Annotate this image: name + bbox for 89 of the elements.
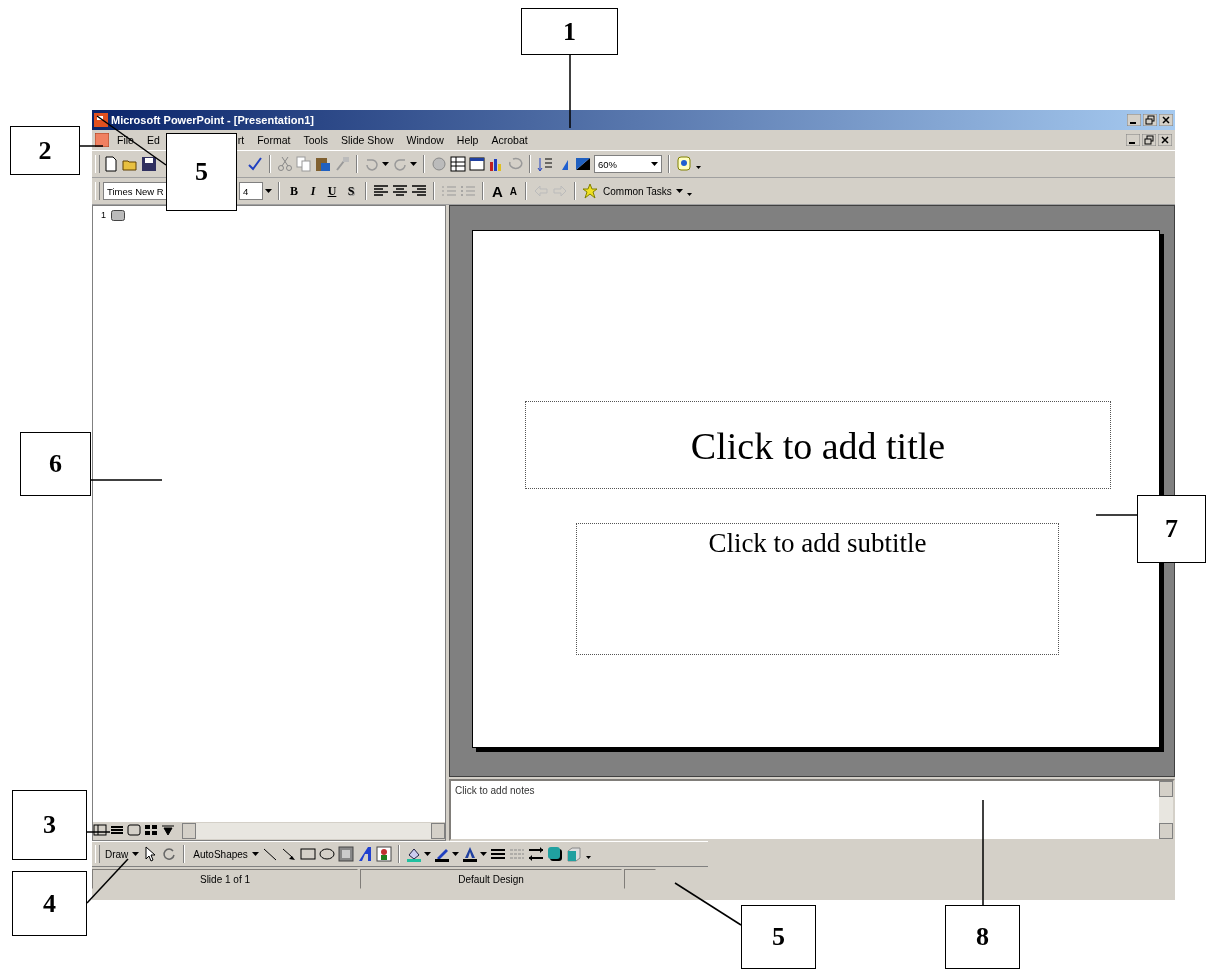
expand-icon[interactable] — [537, 156, 553, 172]
align-right-icon[interactable] — [411, 183, 427, 199]
shadow-icon[interactable] — [546, 846, 563, 862]
caret-icon[interactable] — [675, 189, 683, 193]
close-icon[interactable] — [1159, 114, 1173, 126]
italic-button[interactable]: I — [305, 183, 321, 199]
bold-button[interactable]: B — [286, 183, 302, 199]
wordart-icon[interactable] — [356, 846, 373, 862]
callout-number: 1 — [521, 8, 618, 55]
caret-icon[interactable] — [651, 162, 658, 166]
menu-item[interactable]: Acrobat — [486, 134, 533, 146]
slide-view-icon[interactable] — [127, 823, 143, 839]
title-placeholder[interactable]: Click to add title — [525, 401, 1111, 489]
autoshapes-button[interactable]: AutoShapes — [191, 848, 250, 860]
save-icon[interactable] — [141, 156, 157, 172]
document-icon[interactable] — [95, 133, 109, 147]
leader-line — [674, 882, 742, 926]
caret-icon[interactable] — [451, 852, 459, 856]
table-icon[interactable] — [450, 156, 466, 172]
horizontal-scrollbar[interactable] — [182, 823, 445, 839]
arrow-icon[interactable] — [280, 846, 297, 862]
line-style-icon[interactable] — [489, 846, 506, 862]
common-tasks-button[interactable]: Common Tasks — [601, 185, 674, 197]
zoom-field[interactable]: 60% — [594, 155, 662, 173]
status-design: Default Design — [360, 869, 622, 889]
font-color-icon[interactable] — [461, 846, 478, 862]
underline-button[interactable]: U — [324, 183, 340, 199]
increase-font-button[interactable]: A — [490, 182, 505, 200]
caret-icon[interactable] — [410, 162, 417, 166]
status-slide: Slide 1 of 1 — [92, 869, 358, 889]
paint-bucket-icon[interactable] — [405, 846, 422, 862]
callout-number: 8 — [945, 905, 1020, 969]
shadow-button[interactable]: S — [343, 183, 359, 199]
caret-icon[interactable] — [479, 852, 487, 856]
help-icon[interactable] — [676, 156, 692, 172]
font-field[interactable]: Times New R — [103, 182, 169, 200]
normal-view-icon[interactable] — [93, 823, 109, 839]
menu-item[interactable]: Help — [451, 134, 484, 146]
restore-icon[interactable] — [1143, 114, 1157, 126]
menu-item[interactable]: Slide Show — [335, 134, 399, 146]
slide-icon[interactable] — [111, 210, 125, 221]
menu-item[interactable]: Window — [401, 134, 449, 146]
text-box-icon[interactable] — [337, 846, 354, 862]
line-icon[interactable] — [261, 846, 278, 862]
close-icon[interactable] — [1158, 134, 1172, 146]
subtitle-placeholder[interactable]: Click to add subtitle — [576, 523, 1059, 655]
callout-number: 5 — [166, 133, 237, 211]
rectangle-icon[interactable] — [299, 846, 316, 862]
caret-icon[interactable] — [265, 189, 272, 193]
callout-number: 6 — [20, 432, 91, 496]
minimize-icon[interactable] — [1127, 114, 1141, 126]
clipboard-icon[interactable] — [315, 156, 331, 172]
leader-line — [86, 858, 129, 904]
new-document-icon[interactable] — [103, 156, 119, 172]
rotate-icon[interactable] — [161, 846, 178, 862]
draw-button[interactable]: Draw — [103, 848, 131, 860]
pen-icon[interactable] — [433, 846, 450, 862]
callout-number: 2 — [10, 126, 80, 175]
caret-icon[interactable] — [132, 852, 140, 856]
menu-item[interactable]: Ed — [141, 134, 165, 146]
menu-item[interactable]: Format — [252, 134, 296, 146]
window-title: Microsoft PowerPoint - [Presentation1] — [111, 114, 315, 126]
star-icon[interactable] — [582, 183, 599, 199]
app-icon — [94, 113, 108, 127]
leader-line — [86, 831, 111, 833]
align-center-icon[interactable] — [392, 183, 408, 199]
spell-check-icon[interactable] — [247, 156, 263, 172]
callout-number: 4 — [12, 871, 87, 936]
window-icon[interactable] — [469, 156, 485, 172]
menu-item[interactable]: Tools — [298, 134, 333, 146]
minimize-icon[interactable] — [1126, 134, 1140, 146]
arrow-style-icon[interactable] — [527, 846, 544, 862]
chart-icon[interactable] — [488, 156, 504, 172]
callout-number: 7 — [1137, 495, 1206, 563]
align-left-icon[interactable] — [373, 183, 389, 199]
clip-art-icon[interactable] — [375, 846, 392, 862]
caret-icon[interactable] — [423, 852, 431, 856]
slide-number: 1 — [101, 210, 106, 220]
caret-icon[interactable] — [382, 162, 389, 166]
oval-icon[interactable] — [318, 846, 335, 862]
callout-number: 5 — [741, 905, 816, 969]
callout-number: 3 — [12, 790, 87, 860]
grayscale-icon[interactable] — [575, 156, 591, 172]
restore-icon[interactable] — [1142, 134, 1156, 146]
decrease-font-button[interactable]: A — [507, 185, 520, 197]
leader-line — [1095, 514, 1138, 516]
font-size-field[interactable]: 4 — [239, 182, 263, 200]
status-panel — [624, 869, 656, 889]
caret-icon[interactable] — [251, 852, 259, 856]
